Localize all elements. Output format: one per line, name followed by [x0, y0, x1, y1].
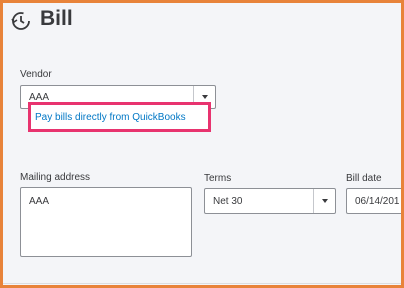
bill-date-value: 06/14/201 [355, 196, 400, 207]
bill-date-input[interactable]: 06/14/201 [346, 188, 401, 214]
mailing-address-value: AAA [29, 196, 50, 207]
pay-bills-link[interactable]: Pay bills directly from QuickBooks [35, 112, 186, 123]
terms-value: Net 30 [213, 196, 243, 207]
history-clock-icon[interactable] [10, 10, 32, 32]
terms-select[interactable]: Net 30 [204, 188, 336, 214]
pay-link-highlight: Pay bills directly from QuickBooks [28, 102, 211, 132]
vendor-label: Vendor [20, 69, 52, 80]
mailing-address-field[interactable]: AAA [20, 187, 192, 257]
chevron-down-icon[interactable] [313, 189, 335, 213]
page-title: Bill [40, 7, 73, 30]
mailing-address-label: Mailing address [20, 172, 91, 183]
divider [3, 283, 401, 284]
bill-date-label: Bill date [346, 173, 382, 184]
terms-label: Terms [204, 173, 232, 184]
bill-form: Bill Vendor AAA Pay bills directly from … [0, 0, 404, 288]
